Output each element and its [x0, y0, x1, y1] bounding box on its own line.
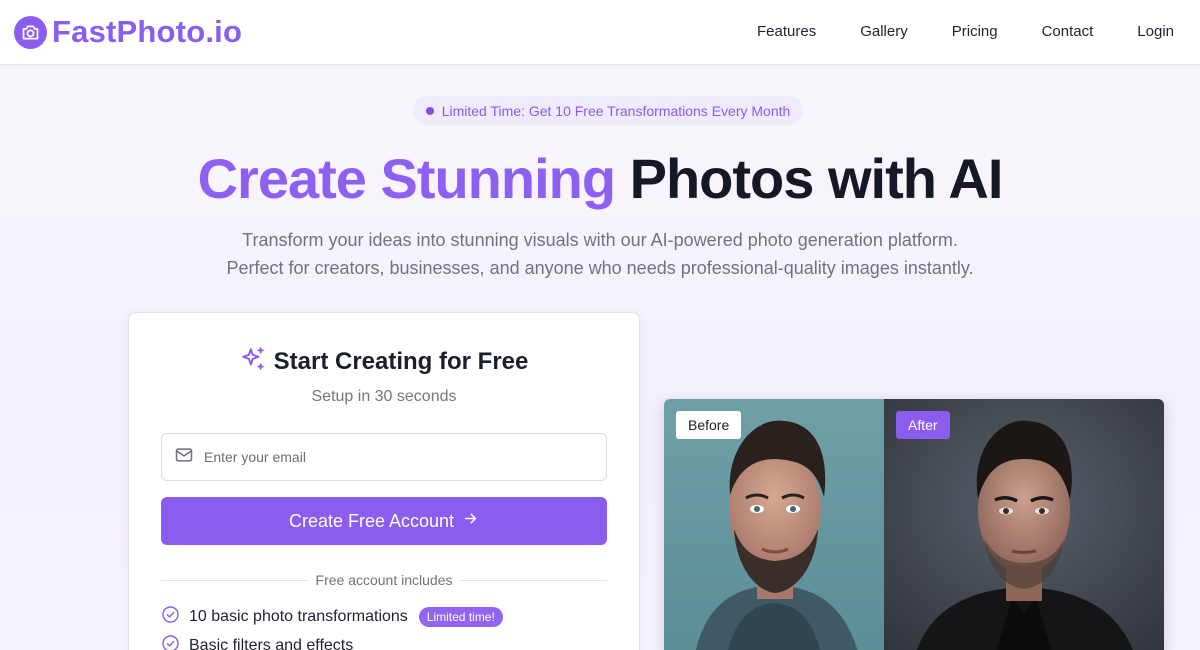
- before-label: Before: [676, 411, 742, 439]
- hero-subtitle: Transform your ideas into stunning visua…: [0, 226, 1200, 282]
- divider-text: Free account includes: [315, 572, 453, 588]
- email-input[interactable]: [204, 449, 584, 465]
- hero-subtitle-line-1: Transform your ideas into stunning visua…: [242, 230, 958, 250]
- hero-title-rest: Photos with AI: [629, 147, 1004, 210]
- promo-text: Limited Time: Get 10 Free Transformation…: [441, 102, 791, 119]
- top-navbar: FastPhoto.io Features Gallery Pricing Co…: [0, 0, 1200, 65]
- promo-pill: Limited Time: Get 10 Free Transformation…: [413, 96, 803, 125]
- nav-link-gallery[interactable]: Gallery: [860, 22, 908, 42]
- signup-card: Start Creating for Free Setup in 30 seco…: [128, 312, 640, 650]
- divider-line-right: [460, 579, 607, 581]
- nav-links: Features Gallery Pricing Contact Login: [713, 22, 1174, 42]
- check-circle-icon: [161, 605, 180, 629]
- create-free-account-button[interactable]: Create Free Account: [161, 497, 607, 545]
- sparkles-icon: [240, 346, 266, 377]
- feature-text: 10 basic photo transformations: [189, 608, 408, 625]
- promo-dot-icon: [425, 106, 434, 115]
- features-divider: Free account includes: [161, 571, 607, 589]
- check-circle-icon: [161, 634, 180, 650]
- nav-link-login[interactable]: Login: [1137, 22, 1174, 42]
- list-item: 10 basic photo transformations Limited t…: [161, 605, 607, 629]
- camera-icon: [14, 15, 47, 49]
- signup-card-header: Start Creating for Free: [129, 346, 639, 377]
- feature-text: Basic filters and effects: [189, 637, 354, 650]
- brand-logo-link[interactable]: FastPhoto.io: [14, 14, 242, 50]
- limited-time-badge: Limited time!: [418, 607, 503, 627]
- hero-title-accent: Create Stunning: [197, 147, 616, 210]
- signup-card-subtitle: Setup in 30 seconds: [311, 388, 457, 405]
- nav-link-pricing[interactable]: Pricing: [952, 22, 998, 42]
- email-field[interactable]: [161, 433, 607, 481]
- create-free-account-label: Create Free Account: [288, 510, 455, 531]
- mail-icon: [174, 445, 194, 470]
- hero-title: Create Stunning Photos with AI: [0, 145, 1200, 213]
- divider-line-left: [161, 579, 308, 581]
- hero-subtitle-line-2: Perfect for creators, businesses, and an…: [226, 258, 974, 278]
- feature-list: 10 basic photo transformations Limited t…: [161, 605, 607, 650]
- after-label: After: [896, 411, 950, 439]
- list-item: Basic filters and effects: [161, 634, 607, 650]
- before-after-comparison: Before After: [664, 399, 1164, 650]
- signup-card-title: Start Creating for Free: [273, 347, 529, 375]
- nav-link-contact[interactable]: Contact: [1042, 22, 1094, 42]
- nav-link-features[interactable]: Features: [757, 22, 816, 42]
- arrow-right-icon: [462, 510, 479, 532]
- brand-name: FastPhoto.io: [52, 14, 243, 49]
